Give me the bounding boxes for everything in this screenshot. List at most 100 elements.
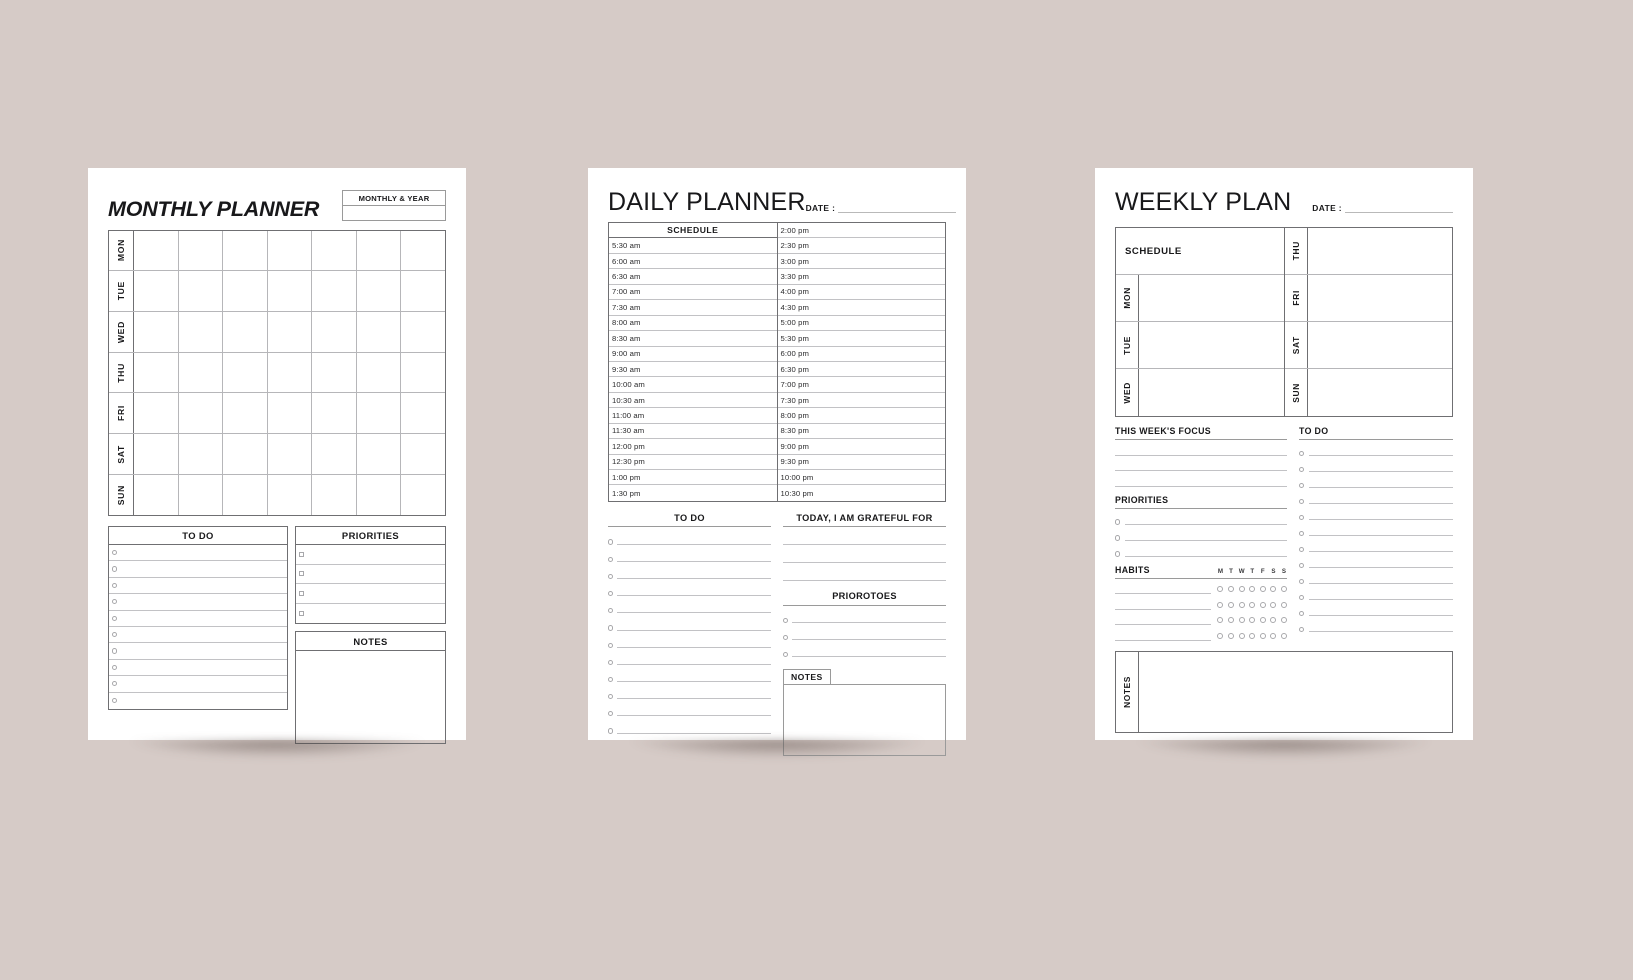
habit-check-circle-icon[interactable] [1270, 586, 1277, 592]
weekly-todo-row[interactable] [1299, 536, 1453, 552]
write-line[interactable] [1309, 493, 1453, 504]
habit-check-circle-icon[interactable] [1270, 601, 1277, 608]
daily-schedule-slot[interactable]: 8:00 pm [777, 408, 945, 424]
weekly-focus-row[interactable] [1115, 440, 1287, 456]
habit-check-circle-icon[interactable] [1238, 617, 1245, 623]
write-line[interactable] [792, 612, 946, 624]
weekly-todo-row[interactable] [1299, 504, 1453, 520]
monthly-todo-row[interactable] [109, 676, 287, 693]
write-line[interactable] [617, 568, 771, 579]
habit-check-circle-icon[interactable] [1238, 632, 1245, 639]
calendar-cell[interactable] [401, 434, 445, 474]
checkbox-circle-icon[interactable] [112, 615, 118, 621]
checkbox-circle-icon[interactable] [112, 599, 118, 605]
weekly-todo-row[interactable] [1299, 440, 1453, 456]
calendar-cell[interactable] [401, 231, 445, 271]
calendar-cell[interactable] [268, 271, 313, 311]
write-line[interactable] [1115, 614, 1212, 625]
calendar-cell[interactable] [268, 230, 313, 271]
weekly-habit-row[interactable] [1115, 594, 1287, 610]
checkbox-square-icon[interactable] [299, 551, 305, 557]
checkbox-circle-icon[interactable] [112, 698, 118, 704]
write-line[interactable] [617, 585, 771, 597]
daily-priorotoes-row[interactable] [783, 623, 946, 641]
daily-todo-row[interactable] [608, 682, 771, 700]
weekly-notes-area[interactable] [1139, 652, 1452, 732]
checkbox-circle-icon[interactable] [112, 648, 118, 654]
write-line[interactable] [617, 534, 771, 545]
weekly-todo-row[interactable] [1299, 472, 1453, 488]
write-line[interactable] [1309, 589, 1453, 600]
write-line[interactable] [1125, 514, 1287, 525]
weekly-priority-row[interactable] [1115, 525, 1287, 541]
checkbox-circle-icon[interactable] [112, 632, 118, 638]
daily-todo-row[interactable] [608, 716, 771, 734]
habit-check-circle-icon[interactable] [1281, 586, 1287, 592]
calendar-cell[interactable] [312, 434, 357, 474]
daily-grateful-row[interactable] [783, 563, 946, 582]
write-line[interactable] [617, 671, 771, 683]
checkbox-square-icon[interactable] [299, 571, 305, 577]
habit-check-circle-icon[interactable] [1238, 601, 1245, 608]
calendar-cell[interactable] [223, 311, 268, 352]
weekly-day-cell[interactable] [1139, 275, 1284, 321]
daily-schedule-slot[interactable]: 5:00 pm [777, 316, 945, 332]
habit-check-circle-icon[interactable] [1259, 601, 1266, 608]
daily-schedule-slot[interactable]: 7:00 am [609, 285, 777, 301]
daily-schedule-slot[interactable]: 11:00 am [609, 408, 777, 424]
checkbox-square-icon[interactable] [299, 590, 305, 596]
weekly-habit-row[interactable] [1115, 625, 1287, 641]
checkbox-circle-icon[interactable] [608, 625, 614, 631]
daily-date-field[interactable]: DATE : [806, 202, 957, 215]
checkbox-circle-icon[interactable] [112, 681, 118, 687]
write-line[interactable] [617, 723, 771, 734]
habit-check-circle-icon[interactable] [1249, 601, 1256, 608]
calendar-cell[interactable] [134, 352, 179, 393]
daily-schedule-slot[interactable]: 12:00 pm [609, 439, 777, 455]
habit-check-circle-icon[interactable] [1228, 617, 1235, 623]
write-line[interactable] [617, 551, 771, 562]
daily-schedule-slot[interactable]: 10:30 pm [778, 485, 946, 500]
calendar-cell[interactable] [134, 271, 179, 311]
daily-schedule-slot[interactable]: 7:30 am [609, 300, 777, 316]
calendar-cell[interactable] [134, 311, 179, 352]
weekly-todo-row[interactable] [1299, 600, 1453, 616]
daily-todo-row[interactable] [608, 545, 771, 562]
calendar-cell[interactable] [223, 271, 268, 311]
checkbox-circle-icon[interactable] [608, 556, 614, 562]
month-year-input[interactable] [343, 206, 445, 220]
daily-schedule-slot[interactable]: 6:30 am [609, 269, 777, 285]
calendar-cell[interactable] [134, 393, 179, 434]
habit-check-circle-icon[interactable] [1217, 617, 1224, 623]
weekly-focus-row[interactable] [1115, 471, 1287, 487]
daily-todo-row[interactable] [608, 579, 771, 597]
weekly-habit-tracker[interactable] [1217, 617, 1287, 625]
calendar-cell[interactable] [357, 434, 402, 474]
weekly-todo-row[interactable] [1299, 584, 1453, 600]
daily-schedule-slot[interactable]: 12:30 pm [609, 455, 777, 470]
daily-schedule-slot[interactable]: 10:00 pm [777, 470, 945, 486]
write-line[interactable] [1309, 557, 1453, 568]
calendar-cell[interactable] [223, 434, 268, 474]
calendar-cell[interactable] [134, 230, 179, 271]
checkbox-circle-icon[interactable] [608, 642, 614, 648]
calendar-cell[interactable] [357, 230, 402, 271]
write-line[interactable] [1309, 445, 1453, 456]
daily-notes-area[interactable] [783, 684, 946, 757]
weekly-habit-row[interactable] [1115, 579, 1287, 594]
weekly-todo-row[interactable] [1299, 456, 1453, 472]
calendar-cell[interactable] [268, 311, 313, 352]
monthly-todo-row[interactable] [109, 660, 287, 677]
habit-check-circle-icon[interactable] [1228, 632, 1235, 639]
weekly-todo-row[interactable] [1299, 616, 1453, 632]
weekly-todo-row[interactable] [1299, 568, 1453, 584]
calendar-cell[interactable] [223, 230, 268, 271]
calendar-cell[interactable] [401, 271, 445, 311]
habit-check-circle-icon[interactable] [1249, 586, 1256, 592]
calendar-cell[interactable] [179, 434, 224, 474]
weekly-todo-row[interactable] [1299, 520, 1453, 536]
daily-todo-row[interactable] [608, 699, 771, 717]
write-line[interactable] [617, 637, 771, 648]
calendar-cell[interactable] [179, 352, 224, 393]
write-line[interactable] [1309, 461, 1453, 472]
